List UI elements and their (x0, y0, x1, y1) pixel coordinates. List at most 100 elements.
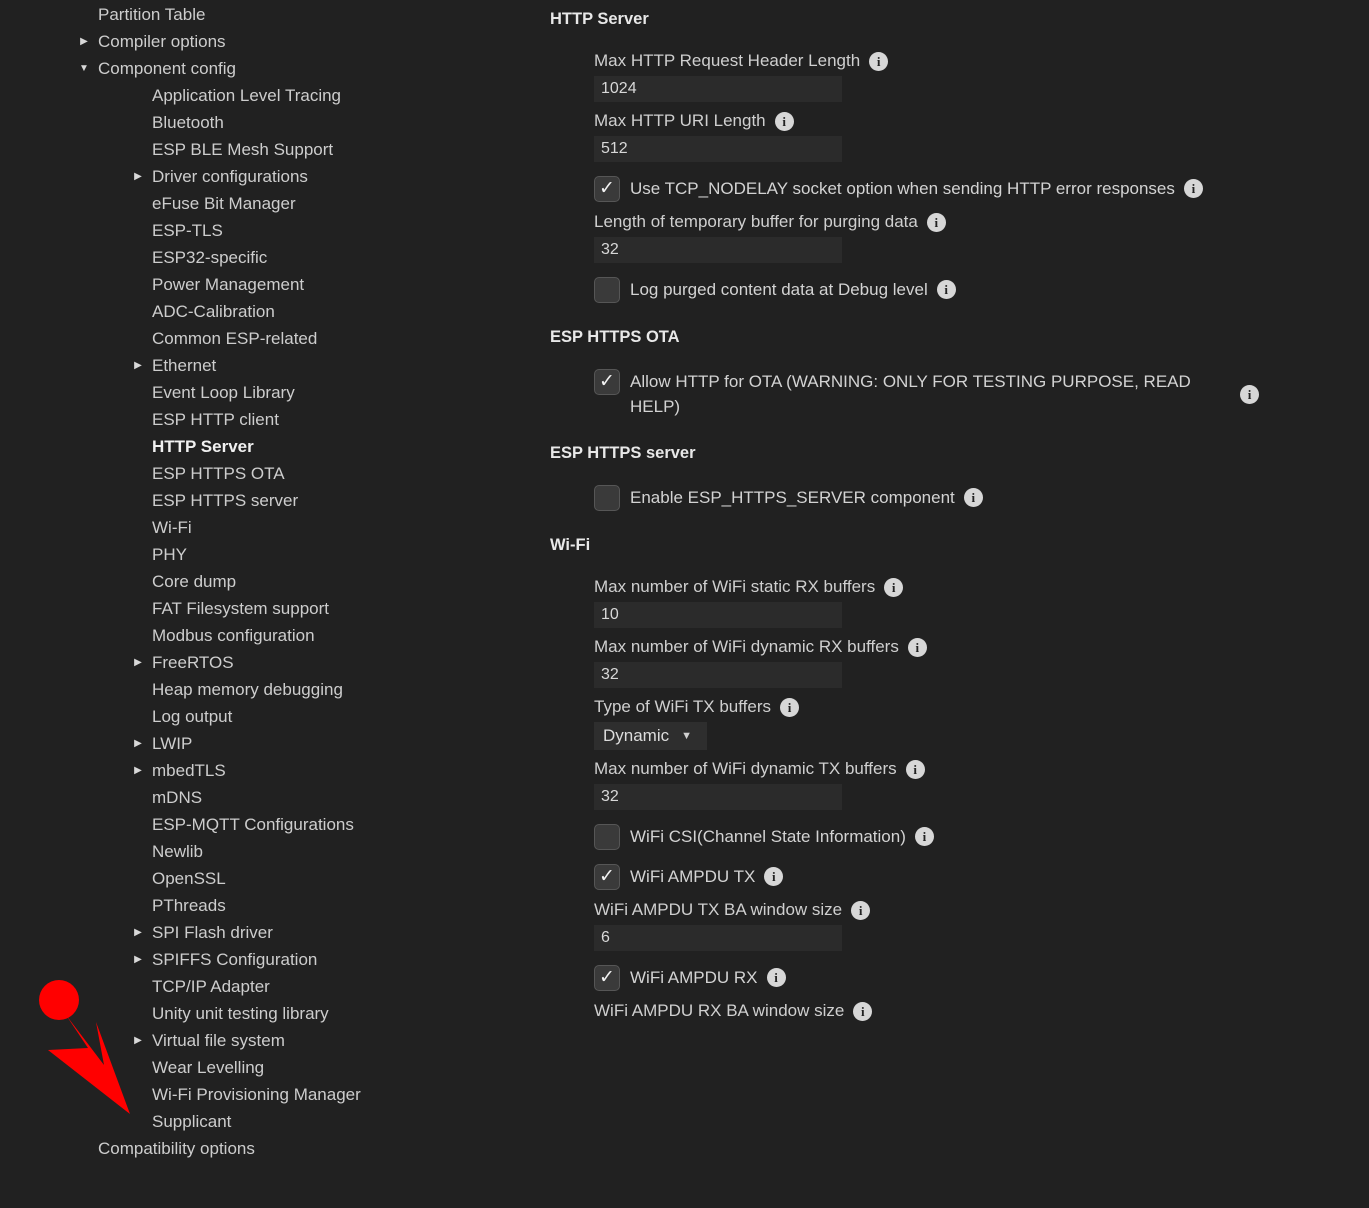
checkbox-wifi-csi-channel-state-information[interactable] (594, 824, 620, 850)
tree-item-component-config[interactable]: ▼ Component config (0, 55, 540, 82)
chevron-right-icon[interactable]: ▶ (128, 657, 148, 668)
info-icon-max-number-of-wifi-dynamic-tx-buffers[interactable]: i (905, 759, 925, 779)
tree-item-bluetooth[interactable]: ▶Bluetooth (0, 109, 540, 136)
tree-item-newlib[interactable]: ▶Newlib (0, 838, 540, 865)
text-input[interactable]: 6 (594, 925, 842, 951)
config-options-panel[interactable]: HTTP Server Max HTTP Request Header Lengt… (540, 0, 1369, 1208)
tree-item-label: ADC-Calibration (152, 301, 275, 321)
config-tree-panel[interactable]: ▶Partition Table▶Compiler options▼Compon… (0, 0, 540, 1208)
tree-item-esp-tls[interactable]: ▶ESP-TLS (0, 217, 540, 244)
tree-item-esp-https-server[interactable]: ▶ESP HTTPS server (0, 487, 540, 514)
tree-item-esp-https-ota[interactable]: ▶ESP HTTPS OTA (0, 460, 540, 487)
checkbox-wifi-ampdu-rx[interactable] (594, 965, 620, 991)
tree-item-partition-table[interactable]: ▶Partition Table (0, 1, 540, 28)
tree-item-application-level-tracing[interactable]: ▶Application Level Tracing (0, 82, 540, 109)
chevron-right-icon[interactable]: ▶ (74, 36, 94, 47)
chevron-right-icon[interactable]: ▶ (128, 765, 148, 776)
info-icon-max-number-of-wifi-static-rx-buffers[interactable]: i (884, 577, 904, 597)
info-icon-wifi-ampdu-rx-ba-window-size[interactable]: i (853, 1001, 873, 1021)
chevron-right-icon[interactable]: ▶ (128, 927, 148, 938)
tree-item-label: FreeRTOS (152, 652, 234, 672)
tree-item-log-output[interactable]: ▶Log output (0, 703, 540, 730)
tree-item-heap-memory-debugging[interactable]: ▶Heap memory debugging (0, 676, 540, 703)
tree-item-compiler-options[interactable]: ▶ Compiler options (0, 28, 540, 55)
tree-item-label: eFuse Bit Manager (152, 193, 296, 213)
tree-item-label: Bluetooth (152, 112, 224, 132)
info-icon-enable-esp-https-server-component[interactable]: i (963, 488, 983, 507)
tree-item-unity-unit-testing-library[interactable]: ▶Unity unit testing library (0, 1000, 540, 1027)
tree-item-esp-http-client[interactable]: ▶ESP HTTP client (0, 406, 540, 433)
tree-item-event-loop-library[interactable]: ▶Event Loop Library (0, 379, 540, 406)
tree-item-mdns[interactable]: ▶mDNS (0, 784, 540, 811)
checkbox-label-text: Log purged content data at Debug level (630, 280, 928, 299)
info-icon-allow-http-for-ota-warning-only-for-testing-purpos[interactable]: i (1240, 385, 1259, 404)
tree-item-ethernet[interactable]: ▶ Ethernet (0, 352, 540, 379)
tree-item-fat-filesystem-support[interactable]: ▶FAT Filesystem support (0, 595, 540, 622)
tree-item-label: Core dump (152, 571, 237, 591)
checkbox-enable-esp-https-server-component[interactable] (594, 485, 620, 511)
tree-item-tcp-ip-adapter[interactable]: ▶TCP/IP Adapter (0, 973, 540, 1000)
tree-item-phy[interactable]: ▶PHY (0, 541, 540, 568)
tree-item-power-management[interactable]: ▶Power Management (0, 271, 540, 298)
text-input[interactable]: 32 (594, 662, 842, 688)
dropdown-wifi-tx-buffer-type[interactable]: Dynamic ▼ (594, 722, 707, 750)
info-icon-log-purged-content-data-at-debug-level[interactable]: i (936, 280, 956, 299)
info-icon-wifi-ampdu-tx[interactable]: i (764, 867, 784, 886)
tree-item-core-dump[interactable]: ▶Core dump (0, 568, 540, 595)
chevron-down-icon[interactable]: ▼ (74, 63, 94, 74)
text-input[interactable]: 32 (594, 237, 842, 263)
field-label-length-of-temporary-buffer-for-purging-data: Length of temporary buffer for purging d… (540, 212, 1369, 232)
info-icon-wifi-ampdu-rx[interactable]: i (766, 968, 786, 987)
info-icon-max-http-uri-length[interactable]: i (774, 111, 794, 131)
tree-item-esp-mqtt-configurations[interactable]: ▶ESP-MQTT Configurations (0, 811, 540, 838)
text-input[interactable]: 32 (594, 784, 842, 810)
info-icon-max-number-of-wifi-dynamic-rx-buffers[interactable]: i (907, 637, 927, 657)
info-icon-type-of-wifi-tx-buffers[interactable]: i (780, 697, 799, 717)
text-input[interactable]: 512 (594, 136, 842, 162)
info-icon-use-tcp-nodelay-socket-option-when-sending-http-er[interactable]: i (1183, 179, 1203, 198)
checkbox-log-purged-content-data-at-debug-level[interactable] (594, 277, 620, 303)
tree-item-spi-flash-driver[interactable]: ▶ SPI Flash driver (0, 919, 540, 946)
chevron-right-icon[interactable]: ▶ (128, 738, 148, 749)
tree-item-openssl[interactable]: ▶OpenSSL (0, 865, 540, 892)
text-input[interactable]: 1024 (594, 76, 842, 102)
tree-item-label: Event Loop Library (152, 382, 295, 402)
tree-item-modbus-configuration[interactable]: ▶Modbus configuration (0, 622, 540, 649)
chevron-right-icon[interactable]: ▶ (128, 360, 148, 371)
tree-item-esp32-specific[interactable]: ▶ESP32-specific (0, 244, 540, 271)
tree-item-efuse-bit-manager[interactable]: ▶eFuse Bit Manager (0, 190, 540, 217)
checkbox-label: Log purged content data at Debug level i (630, 277, 956, 302)
chevron-right-icon[interactable]: ▶ (128, 171, 148, 182)
tree-item-wi-fi-provisioning-manager[interactable]: ▶Wi-Fi Provisioning Manager (0, 1081, 540, 1108)
checkbox-row-wifi-ampdu-rx: WiFi AMPDU RX i (540, 965, 1369, 991)
tree-item-esp-ble-mesh-support[interactable]: ▶ESP BLE Mesh Support (0, 136, 540, 163)
tree-item-lwip[interactable]: ▶ LWIP (0, 730, 540, 757)
text-input[interactable]: 10 (594, 602, 842, 628)
label-text: Max number of WiFi static RX buffers (594, 577, 876, 596)
tree-item-common-esp-related[interactable]: ▶Common ESP-related (0, 325, 540, 352)
checkbox-label: Enable ESP_HTTPS_SERVER component i (630, 485, 983, 510)
chevron-right-icon[interactable]: ▶ (128, 1035, 148, 1046)
tree-item-adc-calibration[interactable]: ▶ADC-Calibration (0, 298, 540, 325)
info-icon-wifi-csi-channel-state-information[interactable]: i (914, 827, 934, 846)
tree-item-driver-configurations[interactable]: ▶ Driver configurations (0, 163, 540, 190)
tree-item-http-server[interactable]: ▶HTTP Server (0, 433, 540, 460)
chevron-right-icon[interactable]: ▶ (128, 954, 148, 965)
tree-item-mbedtls[interactable]: ▶ mbedTLS (0, 757, 540, 784)
tree-item-wi-fi[interactable]: ▶Wi-Fi (0, 514, 540, 541)
tree-item-label: Modbus configuration (152, 625, 315, 645)
info-icon-wifi-ampdu-tx-ba-window-size[interactable]: i (851, 900, 871, 920)
tree-item-pthreads[interactable]: ▶PThreads (0, 892, 540, 919)
tree-item-spiffs-configuration[interactable]: ▶ SPIFFS Configuration (0, 946, 540, 973)
tree-item-wear-levelling[interactable]: ▶Wear Levelling (0, 1054, 540, 1081)
info-icon-max-http-request-header-length[interactable]: i (869, 51, 889, 71)
tree-item-supplicant[interactable]: ▶Supplicant (0, 1108, 540, 1135)
info-icon-length-of-temporary-buffer-for-purging-data[interactable]: i (926, 212, 946, 232)
tree-item-compatibility-options[interactable]: ▶Compatibility options (0, 1135, 540, 1162)
checkbox-allow-http-for-ota-warning-only-for-testing-purpos[interactable] (594, 369, 620, 395)
checkbox-use-tcp-nodelay-socket-option-when-sending-http-er[interactable] (594, 176, 620, 202)
checkbox-wifi-ampdu-tx[interactable] (594, 864, 620, 890)
tree-item-virtual-file-system[interactable]: ▶ Virtual file system (0, 1027, 540, 1054)
tree-item-freertos[interactable]: ▶ FreeRTOS (0, 649, 540, 676)
label-text: Max HTTP URI Length (594, 111, 766, 130)
